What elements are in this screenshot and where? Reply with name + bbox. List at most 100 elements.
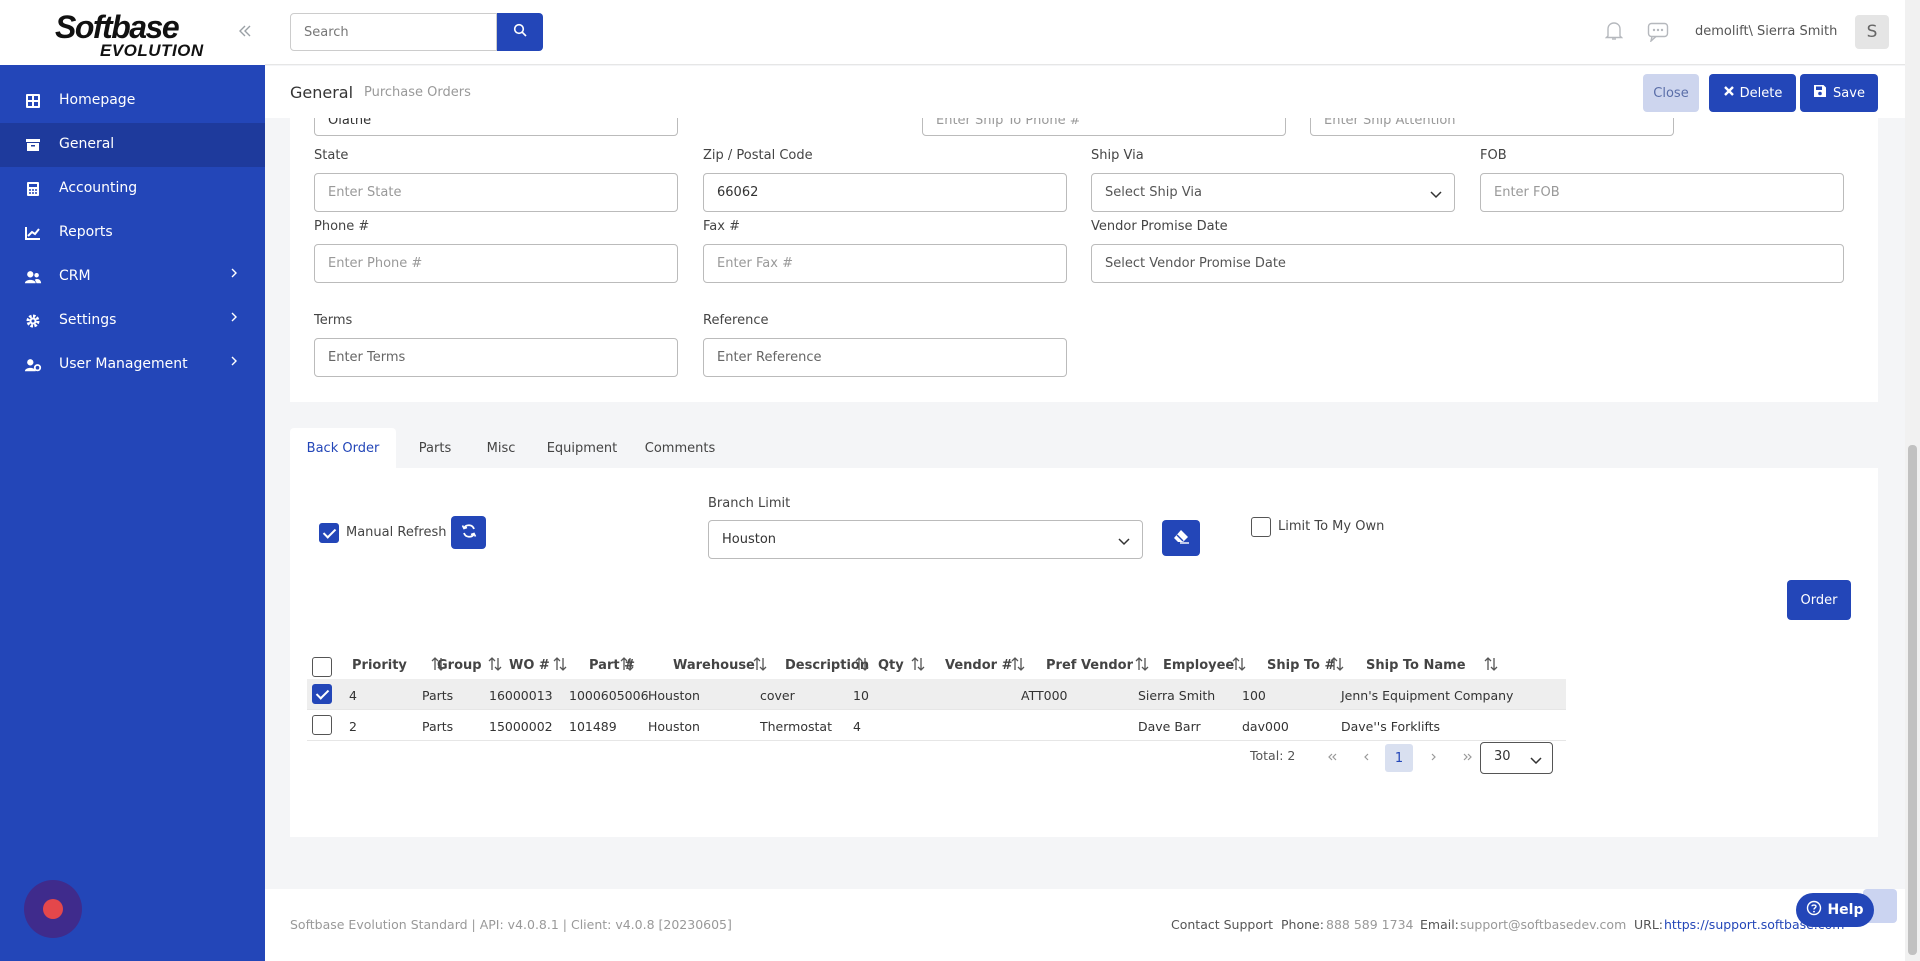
username[interactable]: demolift\ Sierra Smith (1695, 24, 1837, 39)
sort-icon[interactable] (855, 656, 869, 676)
chat-icon[interactable] (1647, 22, 1669, 46)
limit-to-my-own-checkbox[interactable] (1251, 517, 1271, 537)
ship-via-value: Select Ship Via (1105, 185, 1202, 200)
column-header-warehouse[interactable]: Warehouse (673, 658, 755, 673)
back-order-panel: Manual Refresh Branch Limit Houston Limi… (290, 468, 1878, 837)
fax-field[interactable]: Enter Fax # (703, 244, 1067, 283)
support-email[interactable]: support@softbasedev.com (1460, 917, 1626, 932)
chevron-right-icon (230, 267, 238, 283)
refresh-button[interactable] (451, 516, 486, 549)
tab-comments[interactable]: Comments (637, 428, 723, 468)
table-row[interactable]: 4 Parts 16000013 1000605006 Houston cove… (307, 679, 1566, 710)
scrollbar[interactable] (1905, 0, 1920, 961)
row-checkbox[interactable] (312, 715, 332, 735)
sort-icon[interactable] (488, 656, 502, 676)
terms-field[interactable]: Enter Terms (314, 338, 678, 377)
zip-field[interactable]: 66062 (703, 173, 1067, 212)
row-checkbox[interactable] (312, 684, 332, 704)
user-gear-icon (24, 357, 42, 373)
sidebar-item-settings[interactable]: Settings (0, 299, 265, 343)
close-button[interactable]: Close (1643, 74, 1699, 112)
branch-limit-value: Houston (722, 532, 777, 547)
sidebar-item-reports[interactable]: Reports (0, 211, 265, 255)
first-page-button[interactable] (1318, 744, 1346, 772)
tab-misc[interactable]: Misc (476, 428, 526, 468)
sort-icon[interactable] (553, 656, 567, 676)
column-header-ship-to[interactable]: Ship To # (1267, 658, 1335, 673)
page-number[interactable]: 1 (1385, 744, 1413, 772)
sidebar-item-homepage[interactable]: Homepage (0, 79, 265, 123)
chevron-left-icon (1362, 751, 1370, 766)
tab-parts[interactable]: Parts (405, 428, 465, 468)
sort-icon[interactable] (1011, 656, 1025, 676)
fob-field[interactable]: Enter FOB (1480, 173, 1844, 212)
sort-icon[interactable] (1135, 656, 1149, 676)
column-header-wo[interactable]: WO # (509, 658, 550, 673)
chart-icon (24, 225, 42, 241)
phone-field[interactable]: Enter Phone # (314, 244, 678, 283)
collapse-sidebar-icon[interactable] (238, 22, 252, 43)
table-row[interactable]: 2 Parts 15000002 101489 Houston Thermost… (307, 710, 1566, 741)
state-field[interactable]: Enter State (314, 173, 678, 212)
avatar[interactable]: S (1855, 15, 1889, 49)
chevron-down-icon (1118, 535, 1130, 550)
logo: Softbase (55, 9, 180, 45)
select-all-checkbox[interactable] (312, 657, 332, 677)
sidebar-item-crm[interactable]: CRM (0, 255, 265, 299)
sidebar-item-label: Reports (59, 224, 113, 240)
chevron-right-icon (230, 355, 238, 371)
sidebar-item-label: Homepage (59, 92, 136, 108)
city-field[interactable]: Olathe (314, 118, 678, 136)
save-button[interactable]: Save (1800, 74, 1878, 112)
record-dot-icon (43, 899, 63, 919)
order-button[interactable]: Order (1787, 580, 1851, 620)
breadcrumb-general[interactable]: General (290, 83, 353, 102)
record-button[interactable] (24, 880, 82, 938)
sort-icon[interactable] (431, 656, 445, 676)
ship-via-select[interactable]: Select Ship Via (1091, 173, 1455, 212)
sidebar-item-user-management[interactable]: User Management (0, 343, 265, 387)
tab-back-order[interactable]: Back Order (290, 428, 396, 468)
sort-icon[interactable] (1232, 656, 1246, 676)
tab-equipment[interactable]: Equipment (537, 428, 627, 468)
cell-pref-vendor: ATT000 (1021, 688, 1068, 703)
sidebar-item-general[interactable]: General (0, 123, 265, 167)
column-header-vendor[interactable]: Vendor # (945, 658, 1013, 673)
ship-attention-field[interactable]: Enter Ship Attention (1310, 118, 1674, 136)
scrollbar-thumb[interactable] (1908, 445, 1917, 955)
delete-button[interactable]: Delete (1709, 74, 1796, 112)
zip-label: Zip / Postal Code (703, 148, 813, 163)
reference-field[interactable]: Enter Reference (703, 338, 1067, 377)
prev-page-button[interactable] (1352, 744, 1380, 772)
next-page-button[interactable] (1420, 744, 1448, 772)
sidebar-item-accounting[interactable]: Accounting (0, 167, 265, 211)
cell-description: cover (760, 688, 795, 703)
ship-to-phone-field[interactable]: Enter Ship To Phone # (922, 118, 1286, 136)
sort-icon[interactable] (620, 656, 634, 676)
bell-icon[interactable] (1604, 21, 1624, 45)
cell-group: Parts (422, 719, 454, 734)
search-input[interactable]: Search (290, 13, 497, 51)
sort-icon[interactable] (753, 656, 767, 676)
column-header-qty[interactable]: Qty (878, 658, 904, 673)
sort-icon[interactable] (1484, 656, 1498, 676)
sort-icon[interactable] (1330, 656, 1344, 676)
help-button[interactable]: Help (1796, 893, 1874, 927)
search-button[interactable] (497, 13, 543, 51)
cell-employee: Sierra Smith (1138, 688, 1216, 703)
branch-limit-select[interactable]: Houston (708, 520, 1143, 559)
clear-branch-button[interactable] (1162, 520, 1200, 556)
manual-refresh-checkbox[interactable] (319, 523, 339, 543)
sort-icon[interactable] (911, 656, 925, 676)
last-page-button[interactable] (1454, 744, 1482, 772)
breadcrumb-purchase-orders[interactable]: Purchase Orders (364, 85, 471, 100)
column-header-employee[interactable]: Employee (1163, 658, 1234, 673)
total-count: Total: 2 (1250, 748, 1296, 763)
column-header-priority[interactable]: Priority (352, 658, 407, 673)
grid-icon (24, 93, 42, 109)
fob-label: FOB (1480, 148, 1507, 163)
column-header-ship-to-name[interactable]: Ship To Name (1366, 658, 1466, 673)
vendor-promise-date-field[interactable]: Select Vendor Promise Date (1091, 244, 1844, 283)
column-header-pref-vendor[interactable]: Pref Vendor (1046, 658, 1133, 673)
page-size-select[interactable]: 30 (1480, 742, 1553, 774)
